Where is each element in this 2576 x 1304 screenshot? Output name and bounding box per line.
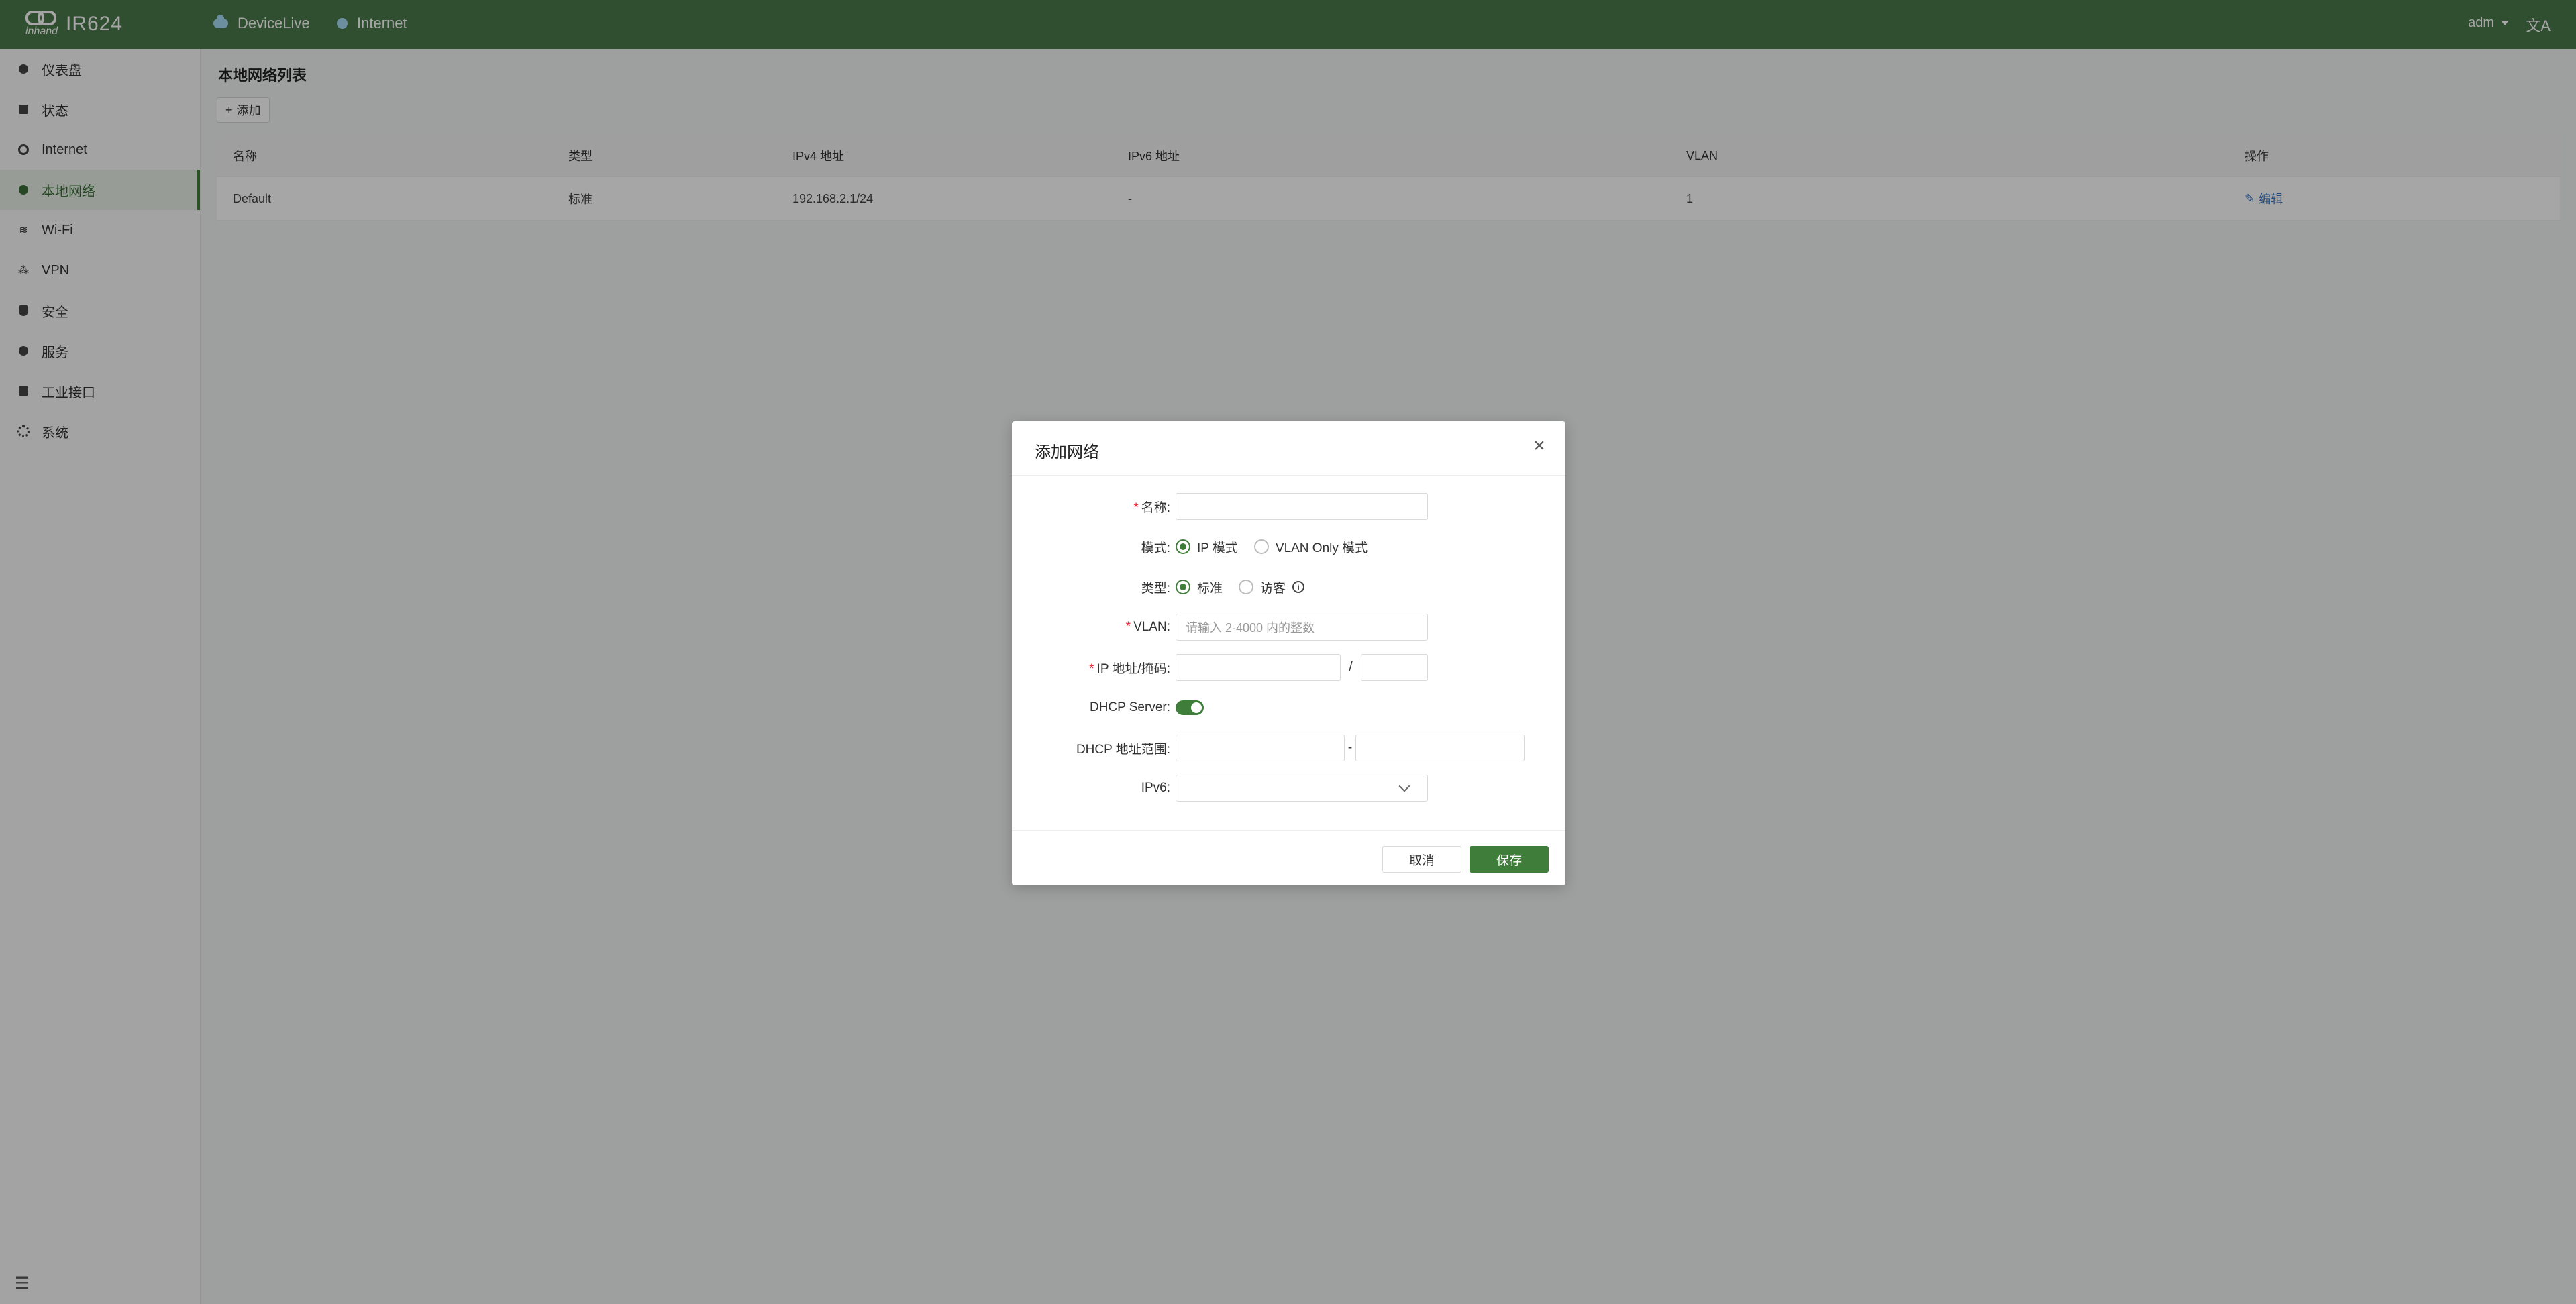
dialog-footer: 取消 保存	[1012, 830, 1565, 886]
range-separator: -	[1347, 741, 1353, 755]
radio-ip-mode[interactable]	[1176, 539, 1190, 554]
radio-guest-label: 访客	[1260, 581, 1286, 596]
mode-label: 模式:	[1141, 541, 1170, 555]
chevron-down-icon	[1398, 780, 1410, 792]
type-row: 类型: 标准 访客 i	[1012, 572, 1565, 602]
vlan-label: * VLAN:	[1125, 620, 1170, 634]
mode-row: 模式: IP 模式 VLAN Only 模式	[1012, 531, 1565, 562]
radio-vlan-only-mode[interactable]	[1253, 539, 1269, 554]
ipv6-label: IPv6:	[1141, 781, 1170, 795]
type-radio-group: 标准 访客 i	[1176, 578, 1305, 596]
vlan-placeholder: 请输入 2-4000 内的整数	[1186, 621, 1315, 635]
dhcp-range-label: DHCP 地址范围:	[1076, 742, 1170, 757]
ip-separator: /	[1349, 660, 1353, 674]
name-row: * 名称:	[1012, 491, 1565, 522]
add-network-dialog: 添加网络 × * 名称: 模式: IP 模式 VLAN Only 模式 类型: 标…	[1012, 421, 1565, 885]
dhcp-range-start-input[interactable]	[1176, 735, 1345, 761]
ip-mask-label: * IP 地址/掩码:	[1089, 661, 1170, 676]
radio-ip-mode-label: IP 模式	[1197, 541, 1238, 555]
radio-standard-label: 标准	[1197, 581, 1223, 596]
radio-vlan-only-label: VLAN Only 模式	[1275, 541, 1368, 555]
dhcp-server-label: DHCP Server:	[1089, 700, 1170, 714]
vlan-input[interactable]: 请输入 2-4000 内的整数	[1176, 614, 1428, 641]
ip-mask-row: * IP 地址/掩码: /	[1012, 652, 1565, 683]
dialog-title: 添加网络	[1035, 443, 1099, 461]
close-icon[interactable]: ×	[1529, 436, 1549, 456]
ipv6-row: IPv6:	[1012, 773, 1565, 804]
radio-guest[interactable]	[1239, 580, 1254, 594]
mask-input[interactable]	[1361, 654, 1428, 681]
dhcp-range-end-input[interactable]	[1355, 735, 1525, 761]
dhcp-range-row: DHCP 地址范围: -	[1012, 732, 1565, 763]
dhcp-server-row: DHCP Server:	[1012, 692, 1565, 723]
ip-address-input[interactable]	[1176, 654, 1341, 681]
name-input[interactable]	[1176, 493, 1428, 520]
ipv6-select[interactable]	[1176, 775, 1428, 802]
dhcp-server-toggle[interactable]	[1176, 700, 1204, 715]
name-label: * 名称:	[1133, 500, 1170, 515]
cancel-button[interactable]: 取消	[1382, 846, 1461, 873]
info-icon[interactable]: i	[1292, 581, 1305, 593]
dialog-header: 添加网络 ×	[1012, 421, 1565, 476]
save-button[interactable]: 保存	[1470, 846, 1549, 873]
radio-standard[interactable]	[1176, 580, 1190, 594]
vlan-row: * VLAN: 请输入 2-4000 内的整数	[1012, 612, 1565, 643]
mode-radio-group: IP 模式 VLAN Only 模式	[1176, 538, 1368, 556]
type-label: 类型:	[1141, 581, 1170, 596]
